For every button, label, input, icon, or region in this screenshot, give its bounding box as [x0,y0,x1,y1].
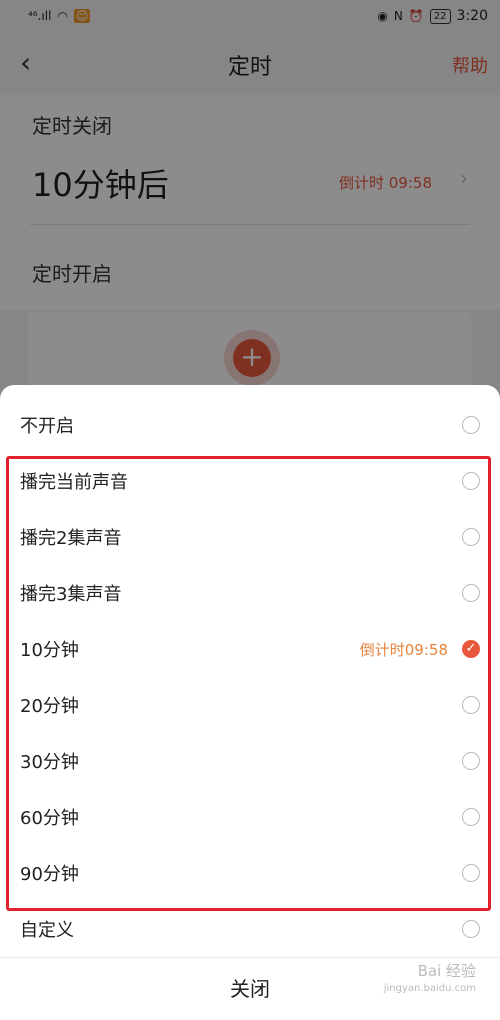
watermark-line2: jingyan.baidu.com [383,983,476,994]
option-row[interactable]: 播完3集声音 [0,565,500,621]
option-countdown: 倒计时09:58 [359,640,448,659]
divider [0,957,500,958]
option-row[interactable]: 10分钟 倒计时09:58 ✓ [0,621,500,677]
option-label: 20分钟 [20,696,79,717]
timer-options-sheet: 不开启播完当前声音 播完2集声音 播完3集声音 10分钟 倒计时09:58 ✓ 20分钟 30… [0,385,500,1020]
option-label: 自定义 [20,920,74,941]
option-label: 10分钟 [20,640,79,661]
watermark: Bai 经验 jingyan.baidu.com [384,962,476,998]
option-row[interactable]: 60分钟 [0,789,500,845]
radio-icon[interactable] [462,416,480,434]
option-row[interactable]: 30分钟 [0,733,500,789]
option-row[interactable]: 播完当前声音 [0,453,500,509]
option-label: 90分钟 [20,864,79,885]
option-row[interactable]: 90分钟 [0,845,500,901]
radio-icon[interactable] [462,472,480,490]
checkmark-icon: ✓ [465,641,477,656]
option-label: 播完当前声音 [20,472,128,493]
option-label: 60分钟 [20,808,79,829]
option-label: 不开启 [20,416,74,437]
option-label: 播完3集声音 [20,584,122,605]
option-row[interactable]: 播完2集声音 [0,509,500,565]
option-row[interactable]: 不开启 [0,397,500,453]
radio-checked-icon[interactable]: ✓ [462,640,480,658]
radio-icon[interactable] [462,752,480,770]
radio-icon[interactable] [462,528,480,546]
radio-icon[interactable] [462,808,480,826]
option-row[interactable]: 20分钟 [0,677,500,733]
radio-icon[interactable] [462,920,480,938]
radio-icon[interactable] [462,584,480,602]
option-label: 播完2集声音 [20,528,122,549]
radio-icon[interactable] [462,864,480,882]
option-row[interactable]: 自定义 [0,901,500,957]
radio-icon[interactable] [462,696,480,714]
option-label: 30分钟 [20,752,79,773]
watermark-line1: Bai 经验 [417,962,476,980]
